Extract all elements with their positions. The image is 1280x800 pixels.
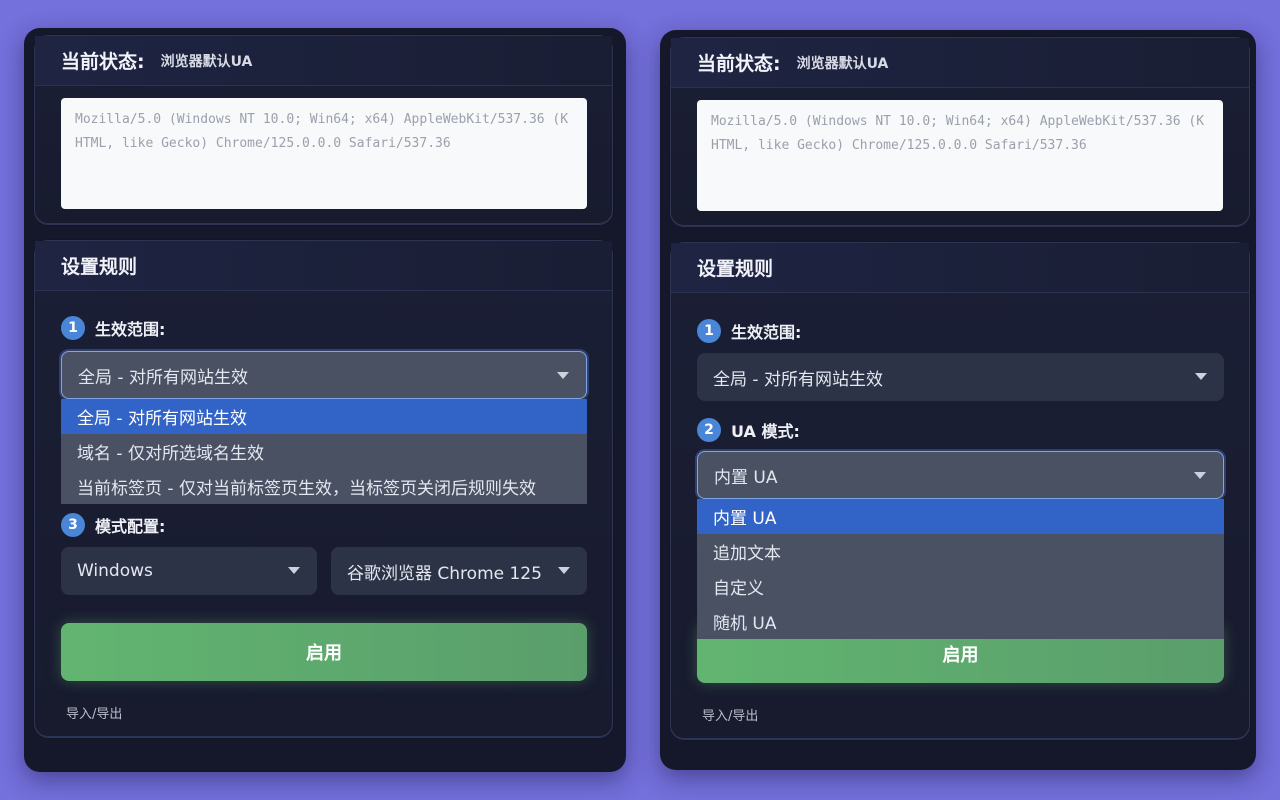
popup-panel-scope-open: 当前状态: 浏览器默认UA Mozilla/5.0 (Windows NT 10…	[24, 28, 626, 772]
status-header: 当前状态: 浏览器默认UA	[671, 38, 1249, 88]
browser-select[interactable]: 谷歌浏览器 Chrome 125	[331, 547, 587, 595]
step-scope-label: 1 生效范围:	[697, 319, 801, 343]
status-value: 浏览器默认UA	[796, 55, 889, 72]
scope-select-value: 全局 - 对所有网站生效	[713, 369, 883, 390]
rules-header: 设置规则	[671, 243, 1249, 293]
step-number: 1	[61, 316, 85, 340]
scope-option[interactable]: 域名 - 仅对所选域名生效	[61, 434, 587, 469]
scope-select[interactable]: 全局 - 对所有网站生效	[697, 353, 1224, 401]
scope-option[interactable]: 全局 - 对所有网站生效	[61, 399, 587, 434]
scope-dropdown: 全局 - 对所有网站生效 域名 - 仅对所选域名生效 当前标签页 - 仅对当前标…	[61, 399, 587, 504]
mode-option[interactable]: 内置 UA	[697, 499, 1224, 534]
step-number: 1	[697, 319, 721, 343]
step-number: 2	[697, 418, 721, 442]
os-select[interactable]: Windows	[61, 547, 317, 595]
caret-down-icon	[1195, 373, 1207, 380]
status-label: 当前状态:	[697, 53, 781, 75]
step-config-text: 模式配置:	[95, 517, 166, 536]
rules-title: 设置规则	[61, 256, 138, 278]
popup-panel-mode-open: 当前状态: 浏览器默认UA Mozilla/5.0 (Windows NT 10…	[660, 30, 1256, 770]
os-select-value: Windows	[77, 561, 153, 581]
status-card: 当前状态: 浏览器默认UA Mozilla/5.0 (Windows NT 10…	[34, 35, 613, 225]
step-number: 3	[61, 513, 85, 537]
step-mode-text: UA 模式:	[731, 422, 800, 441]
step-mode-label: 2 UA 模式:	[697, 418, 800, 442]
rules-title: 设置规则	[697, 258, 774, 280]
scope-option[interactable]: 当前标签页 - 仅对当前标签页生效，当标签页关闭后规则失效	[61, 469, 587, 504]
browser-select-value: 谷歌浏览器 Chrome 125	[347, 563, 542, 584]
step-scope-text: 生效范围:	[95, 320, 166, 339]
mode-option[interactable]: 追加文本	[697, 534, 1224, 569]
scope-select[interactable]: 全局 - 对所有网站生效	[61, 351, 587, 399]
caret-down-icon	[1194, 472, 1206, 479]
caret-down-icon	[288, 567, 300, 574]
step-scope-text: 生效范围:	[731, 323, 802, 342]
caret-down-icon	[557, 372, 569, 379]
status-label: 当前状态:	[61, 51, 145, 73]
status-value: 浏览器默认UA	[160, 53, 253, 70]
import-export-link[interactable]: 导入/导出	[66, 703, 122, 722]
mode-dropdown: 内置 UA 追加文本 自定义 随机 UA	[697, 499, 1224, 639]
mode-option[interactable]: 自定义	[697, 569, 1224, 604]
mode-option[interactable]: 随机 UA	[697, 604, 1224, 639]
mode-select[interactable]: 内置 UA	[697, 451, 1224, 499]
step-scope-label: 1 生效范围:	[61, 316, 165, 340]
scope-select-value: 全局 - 对所有网站生效	[78, 367, 248, 388]
rules-header: 设置规则	[35, 241, 612, 291]
rules-card: 设置规则 1 生效范围: 全局 - 对所有网站生效 全局 - 对所有网站生效 域…	[34, 240, 613, 738]
ua-string-display[interactable]: Mozilla/5.0 (Windows NT 10.0; Win64; x64…	[697, 100, 1223, 211]
caret-down-icon	[558, 567, 570, 574]
step-config-label: 3 模式配置:	[61, 513, 165, 537]
import-export-link[interactable]: 导入/导出	[702, 705, 758, 724]
status-card: 当前状态: 浏览器默认UA Mozilla/5.0 (Windows NT 10…	[670, 37, 1250, 227]
ua-string-display[interactable]: Mozilla/5.0 (Windows NT 10.0; Win64; x64…	[61, 98, 587, 209]
status-header: 当前状态: 浏览器默认UA	[35, 36, 612, 86]
mode-select-value: 内置 UA	[714, 467, 778, 488]
rules-card: 设置规则 1 生效范围: 全局 - 对所有网站生效 2 UA 模式: 内置 UA…	[670, 242, 1250, 740]
enable-button[interactable]: 启用	[61, 623, 587, 681]
